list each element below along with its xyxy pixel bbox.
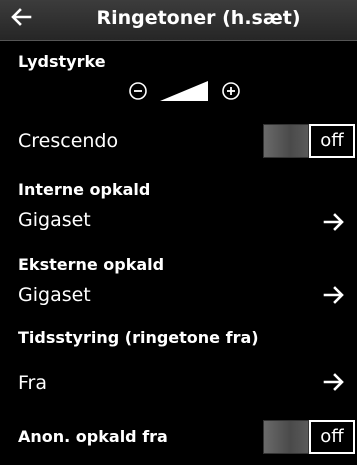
internal-calls-value[interactable]: Gigaset [18, 209, 91, 231]
external-calls-section-label: Eksterne opkald [18, 255, 165, 274]
toggle-knob [263, 124, 309, 158]
crescendo-toggle[interactable]: off [263, 124, 355, 158]
back-arrow-icon[interactable] [10, 6, 32, 28]
volume-section-label: Lydstyrke [18, 52, 106, 71]
plus-circle-icon[interactable] [222, 82, 240, 100]
anon-calls-toggle[interactable]: off [263, 420, 355, 454]
time-control-value[interactable]: Fra [18, 372, 47, 394]
anon-calls-label: Anon. opkald fra [18, 427, 168, 446]
arrow-right-icon[interactable] [323, 284, 345, 306]
toggle-state-label: off [309, 420, 355, 454]
arrow-right-icon[interactable] [323, 211, 345, 233]
volume-wedge-icon [160, 81, 208, 101]
title-bar: Ringetoner (h.sæt) [0, 0, 357, 41]
internal-calls-section-label: Interne opkald [18, 180, 151, 199]
toggle-knob [263, 420, 309, 454]
crescendo-label: Crescendo [18, 130, 119, 152]
page-title: Ringetoner (h.sæt) [96, 7, 301, 29]
external-calls-value[interactable]: Gigaset [18, 284, 91, 306]
arrow-right-icon[interactable] [323, 371, 345, 393]
toggle-state-label: off [309, 124, 355, 158]
time-control-section-label: Tidsstyring (ringetone fra) [18, 328, 259, 347]
volume-control[interactable] [128, 75, 268, 105]
minus-circle-icon[interactable] [129, 82, 147, 100]
